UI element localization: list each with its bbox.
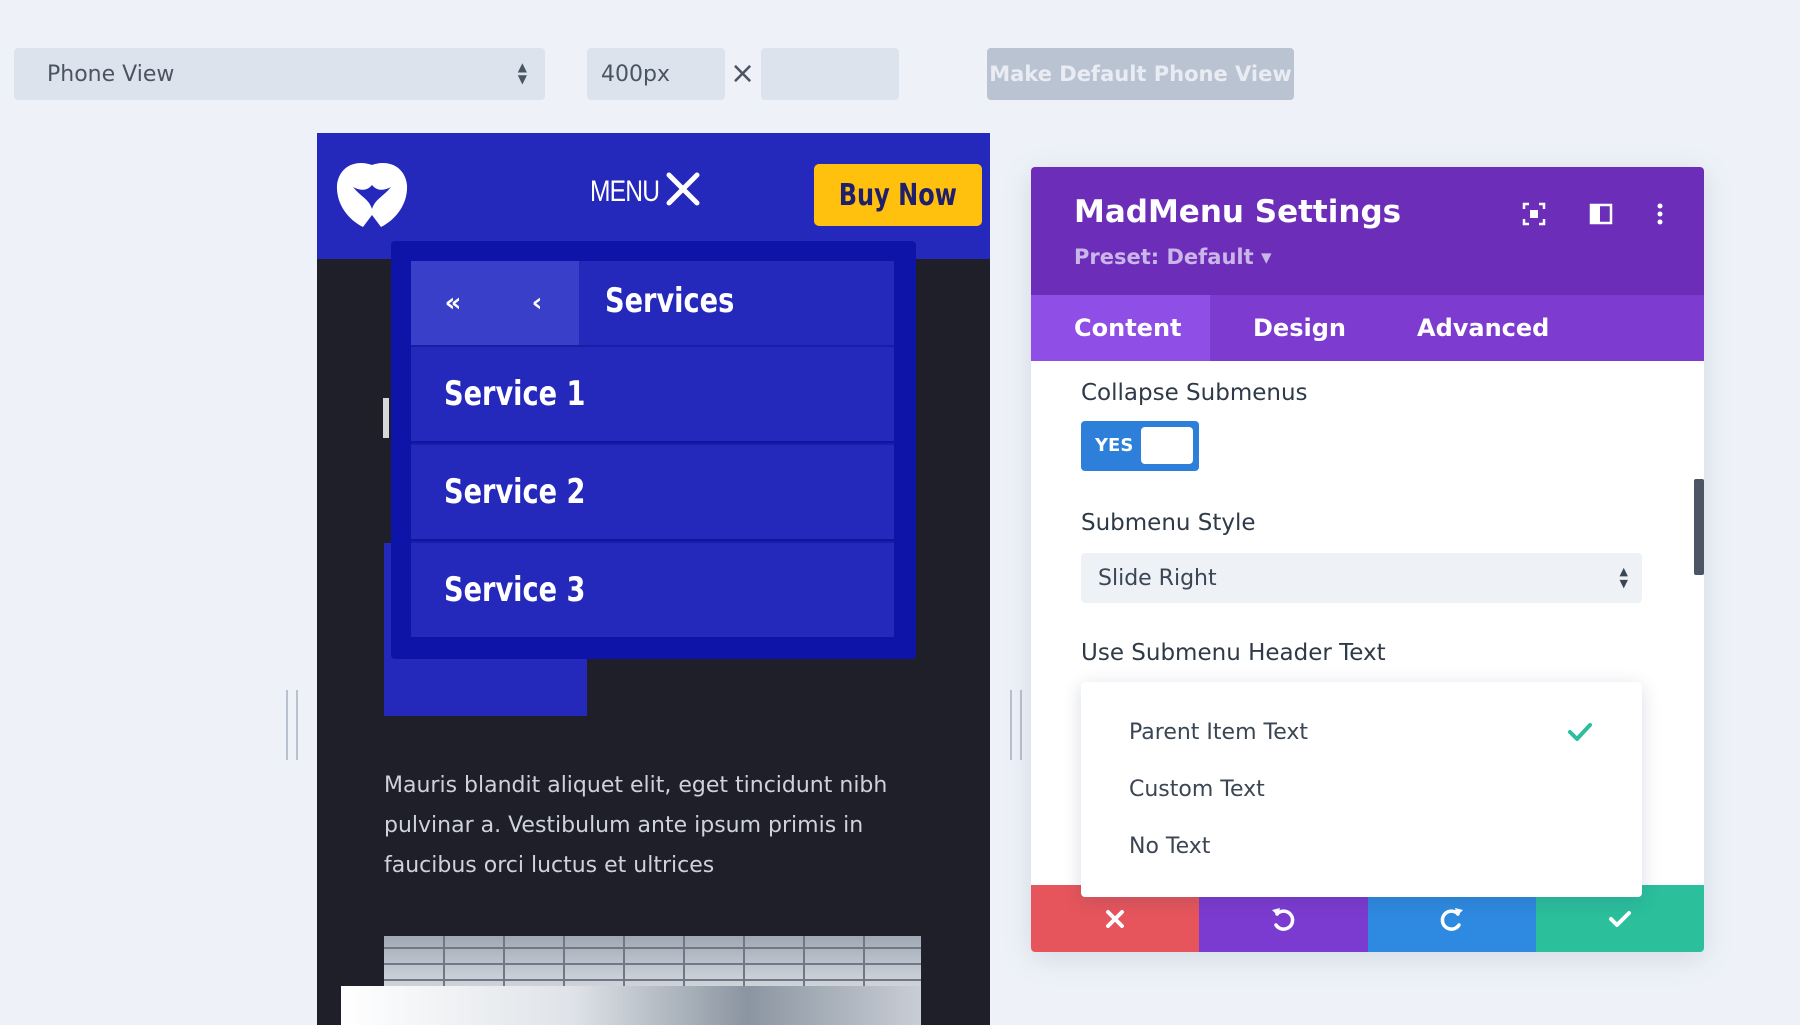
heading-fragment bbox=[383, 398, 389, 438]
expand-icon[interactable] bbox=[1521, 201, 1547, 227]
collapse-submenus-label: Collapse Submenus bbox=[1081, 380, 1308, 406]
submenu-item[interactable]: Service 1 bbox=[411, 345, 894, 441]
dropdown-option-custom-text[interactable]: Custom Text bbox=[1129, 777, 1265, 802]
submenu-item-label: Service 3 bbox=[444, 570, 586, 610]
submenu-style-value: Slide Right bbox=[1098, 565, 1217, 591]
submenu-style-label: Submenu Style bbox=[1081, 510, 1256, 536]
undo-icon bbox=[1272, 907, 1295, 931]
redo-icon bbox=[1440, 907, 1463, 931]
submenu-item-label: Service 1 bbox=[444, 374, 586, 414]
dropdown-option-no-text[interactable]: No Text bbox=[1129, 834, 1210, 859]
panel-header[interactable]: MadMenu Settings Preset: Default ▾ bbox=[1031, 167, 1704, 295]
submenu-item[interactable]: Service 2 bbox=[411, 443, 894, 539]
submenu-header: « ‹ Services bbox=[411, 261, 894, 345]
tab-design[interactable]: Design bbox=[1253, 295, 1346, 361]
submenu-item-label: Service 2 bbox=[444, 472, 586, 512]
buy-now-label: Buy Now bbox=[838, 177, 958, 213]
back-button[interactable]: ‹ bbox=[495, 261, 579, 345]
submenu-title: Services bbox=[605, 281, 735, 321]
width-value: 400px bbox=[601, 61, 670, 87]
site-logo[interactable] bbox=[333, 157, 411, 231]
header-text-dropdown: Parent Item Text Custom Text No Text bbox=[1081, 682, 1642, 897]
times-icon: × bbox=[730, 56, 756, 91]
header-text-label: Use Submenu Header Text bbox=[1081, 640, 1386, 666]
submenu-item[interactable]: Service 3 bbox=[411, 541, 894, 637]
buy-now-button[interactable]: Buy Now bbox=[814, 164, 982, 226]
first-level-button[interactable]: « bbox=[411, 261, 495, 345]
panel-title: MadMenu Settings bbox=[1074, 194, 1402, 230]
panel-tabs: Content Design Advanced bbox=[1031, 295, 1704, 361]
settings-panel: MadMenu Settings Preset: Default ▾ Conte… bbox=[1031, 167, 1704, 952]
make-default-phone-view-button[interactable]: Make Default Phone View bbox=[987, 48, 1294, 100]
sort-arrows-icon: ▲ ▼ bbox=[1619, 565, 1628, 590]
preset-selector[interactable]: Preset: Default ▾ bbox=[1074, 245, 1272, 269]
panel-scrollbar[interactable] bbox=[1694, 479, 1704, 575]
columns-icon[interactable] bbox=[1588, 201, 1614, 227]
chevron-left-icon: ‹ bbox=[531, 288, 543, 318]
resize-handle-left[interactable] bbox=[286, 690, 298, 760]
view-mode-value: Phone View bbox=[47, 61, 175, 87]
mobile-submenu: « ‹ Services Service 1 Service 2 Service… bbox=[391, 241, 916, 659]
menu-label[interactable]: MENU bbox=[590, 175, 660, 209]
width-input[interactable]: 400px bbox=[587, 48, 725, 100]
check-icon bbox=[1608, 910, 1631, 927]
toggle-knob bbox=[1141, 427, 1193, 464]
content-image-overlay bbox=[341, 986, 921, 1025]
submenu-style-select[interactable]: Slide Right ▲ ▼ bbox=[1081, 553, 1642, 603]
view-mode-select[interactable]: Phone View ▲ ▼ bbox=[14, 48, 545, 100]
resize-handle-right[interactable] bbox=[1010, 690, 1022, 760]
body-paragraph: Mauris blandit aliquet elit, eget tincid… bbox=[384, 773, 888, 878]
toggle-state: YES bbox=[1095, 435, 1134, 456]
double-chevron-left-icon: « bbox=[444, 288, 462, 318]
close-icon[interactable] bbox=[663, 169, 703, 209]
collapse-submenus-toggle[interactable]: YES bbox=[1081, 421, 1199, 471]
height-input[interactable] bbox=[761, 48, 899, 100]
tab-advanced[interactable]: Advanced bbox=[1417, 295, 1549, 361]
tab-content[interactable]: Content bbox=[1031, 295, 1210, 361]
more-vertical-icon[interactable] bbox=[1647, 201, 1673, 227]
dropdown-option-parent-item-text[interactable]: Parent Item Text bbox=[1129, 720, 1308, 745]
close-icon bbox=[1106, 909, 1125, 928]
sort-arrows-icon: ▲ ▼ bbox=[517, 60, 527, 86]
check-icon bbox=[1568, 723, 1592, 741]
